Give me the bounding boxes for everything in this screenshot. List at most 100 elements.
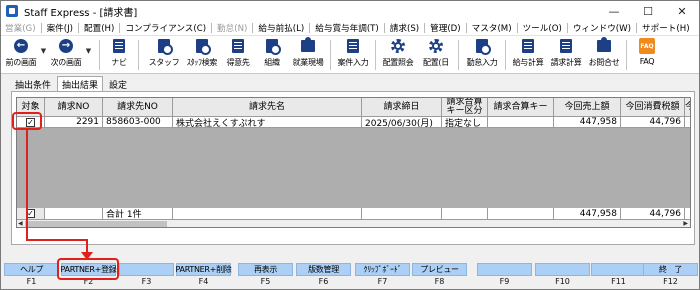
app-window: Staff Express - [請求書] — ☐ ✕ 営業(G) 案件(J) … bbox=[0, 0, 700, 290]
col-header-sales[interactable]: 今回売上額 bbox=[554, 98, 621, 117]
col-header-close-date[interactable]: 請求締日 bbox=[362, 98, 442, 117]
row-target-cell[interactable]: ✓ bbox=[17, 117, 45, 128]
menu-anken[interactable]: 案件(J) bbox=[43, 22, 77, 34]
next-dropdown-icon[interactable]: ▼ bbox=[84, 47, 93, 55]
org-button[interactable]: 組織 bbox=[255, 36, 289, 74]
site-icon bbox=[301, 37, 315, 52]
back-button[interactable]: ← 前の画面 bbox=[3, 36, 39, 74]
col-header-client-name[interactable]: 請求先名 bbox=[173, 98, 362, 117]
menu-haichi[interactable]: 配置(H) bbox=[80, 22, 118, 34]
scrollbar-thumb[interactable] bbox=[25, 221, 167, 227]
sum-key-cell bbox=[488, 117, 554, 128]
menu-tool[interactable]: ツール(O) bbox=[519, 22, 566, 34]
col-header-target[interactable]: 対象 bbox=[17, 98, 45, 117]
select-all-checkbox[interactable]: ✓ bbox=[26, 209, 35, 218]
case-input-button[interactable]: 案件入力 bbox=[334, 36, 372, 74]
fkey-f2[interactable]: PARTNER+登録 F2 bbox=[61, 263, 117, 289]
staff-search-button[interactable]: ｽﾀｯﾌ検索 bbox=[183, 36, 221, 74]
overflow-cell bbox=[685, 117, 690, 128]
kyuyo-calc-button[interactable]: 給与計算 bbox=[509, 36, 547, 74]
menu-eigyo[interactable]: 営業(G) bbox=[1, 22, 40, 34]
fkey-f3[interactable]: F3 bbox=[119, 263, 174, 289]
menu-support[interactable]: サポート(H) bbox=[638, 22, 694, 34]
partner-register-button[interactable]: PARTNER+登録 bbox=[61, 263, 117, 276]
toolbar: ← 前の画面 ▼ → 次の画面 ▼ ナビ スタッフ ｽﾀｯﾌ検索 得意先 組織 bbox=[1, 36, 699, 74]
fkey-f1[interactable]: ヘルプ F1 bbox=[4, 263, 59, 289]
f11-button[interactable] bbox=[591, 263, 646, 276]
col-header-sum-key-kubun[interactable]: 請求合算キー区分 bbox=[442, 98, 488, 117]
menu-window[interactable]: ウィンドウ(W) bbox=[569, 22, 635, 34]
fkey-f5[interactable]: 再表示 F5 bbox=[238, 263, 293, 289]
menu-kintai[interactable]: 勤怠(N) bbox=[213, 22, 251, 34]
row-checkbox[interactable]: ✓ bbox=[26, 117, 35, 127]
f10-button[interactable] bbox=[535, 263, 590, 276]
total-target-cell[interactable]: ✓ bbox=[17, 208, 45, 220]
client-no-cell: 858603-000 bbox=[103, 117, 173, 128]
fkey-f9[interactable]: F9 bbox=[477, 263, 532, 289]
menu-kyuyo-maebarai[interactable]: 給与前払(L) bbox=[254, 22, 308, 34]
fkey-f10[interactable]: F10 bbox=[535, 263, 590, 289]
total-empty-cell bbox=[685, 208, 690, 220]
site-button[interactable]: 就業現場 bbox=[289, 36, 327, 74]
total-empty-cell bbox=[442, 208, 488, 220]
close-icon[interactable]: ✕ bbox=[665, 1, 699, 21]
arrow-right-icon: → bbox=[59, 39, 73, 53]
menu-master[interactable]: マスタ(M) bbox=[468, 22, 516, 34]
invoice-grid: 対象 請求NO 請求先NO 請求先名 請求締日 請求合算キー区分 請求合算キー … bbox=[16, 97, 691, 228]
staff-search-icon bbox=[196, 39, 211, 55]
refresh-button[interactable]: 再表示 bbox=[238, 263, 293, 276]
kintai-input-icon bbox=[476, 39, 491, 55]
seikyu-calc-button[interactable]: 請求計算 bbox=[547, 36, 585, 74]
tab-extract-conditions[interactable]: 抽出条件 bbox=[11, 77, 55, 91]
table-row[interactable]: ✓ 2291 858603-000 株式会社えくすぷれす 2025/06/30(… bbox=[17, 117, 690, 128]
fkey-f8[interactable]: プレビュー F8 bbox=[412, 263, 467, 289]
partner-delete-button[interactable]: PARTNER+削除 bbox=[176, 263, 232, 276]
minimize-icon[interactable]: — bbox=[597, 1, 631, 21]
faq-button[interactable]: FAQ FAQ bbox=[630, 36, 664, 74]
client-button[interactable]: 得意先 bbox=[221, 36, 255, 74]
title-bar: Staff Express - [請求書] — ☐ ✕ bbox=[1, 1, 699, 21]
preview-button[interactable]: プレビュー bbox=[412, 263, 467, 276]
back-dropdown-icon[interactable]: ▼ bbox=[39, 47, 48, 55]
help-button[interactable]: ヘルプ bbox=[4, 263, 59, 276]
next-button[interactable]: → 次の画面 bbox=[48, 36, 84, 74]
haichi-shokai-button[interactable]: 配置照会 bbox=[379, 36, 417, 74]
arrow-left-icon: ← bbox=[14, 39, 28, 53]
menu-bar: 営業(G) 案件(J) 配置(H) コンプライアンス(C) 勤怠(N) 給与前払… bbox=[1, 21, 699, 36]
fkey-f11[interactable]: F11 bbox=[591, 263, 646, 289]
f9-button[interactable] bbox=[477, 263, 532, 276]
maximize-icon[interactable]: ☐ bbox=[631, 1, 665, 21]
clipboard-button[interactable]: ｸﾘｯﾌﾟﾎﾞｰﾄﾞ bbox=[355, 263, 410, 276]
navi-button[interactable]: ナビ bbox=[106, 36, 132, 74]
col-header-tax[interactable]: 今回消費税額 bbox=[621, 98, 685, 117]
col-header-overflow[interactable]: 今 bbox=[685, 98, 690, 117]
tax-cell: 44,796 bbox=[621, 117, 685, 128]
menu-kanri[interactable]: 管理(D) bbox=[426, 22, 465, 34]
scroll-left-icon[interactable]: ◀ bbox=[18, 220, 23, 227]
tab-extract-results[interactable]: 抽出結果 bbox=[57, 76, 104, 91]
fkey-f4[interactable]: PARTNER+削除 F4 bbox=[176, 263, 232, 289]
exit-button[interactable]: 終 了 bbox=[643, 263, 698, 276]
menu-kyuyo-shoyo[interactable]: 給与賞与年調(T) bbox=[311, 22, 383, 34]
total-label-cell: 合計 1件 bbox=[103, 208, 173, 220]
col-header-client-no[interactable]: 請求先NO bbox=[103, 98, 173, 117]
menu-compliance[interactable]: コンプライアンス(C) bbox=[121, 22, 210, 34]
contact-button[interactable]: お問合せ bbox=[585, 36, 623, 74]
horizontal-scrollbar[interactable]: ◀ ▶ bbox=[17, 220, 690, 227]
app-icon bbox=[6, 5, 18, 17]
fkey-f7[interactable]: ｸﾘｯﾌﾟﾎﾞｰﾄﾞ F7 bbox=[355, 263, 410, 289]
tab-settings[interactable]: 設定 bbox=[105, 77, 131, 91]
haichi-shokai-icon bbox=[391, 39, 405, 53]
sum-key-kubun-cell: 指定なし bbox=[442, 117, 488, 128]
fkey-f6[interactable]: 版数管理 F6 bbox=[296, 263, 351, 289]
haichi-day-button[interactable]: 配置(日 bbox=[417, 36, 455, 74]
menu-seikyu[interactable]: 請求(S) bbox=[386, 22, 423, 34]
staff-button[interactable]: スタッフ bbox=[145, 36, 183, 74]
fkey-f12[interactable]: 終 了 F12 bbox=[643, 263, 698, 289]
kintai-input-button[interactable]: 勤怠入力 bbox=[462, 36, 502, 74]
scroll-right-icon[interactable]: ▶ bbox=[683, 220, 688, 227]
col-header-sum-key[interactable]: 請求合算キー bbox=[488, 98, 554, 117]
col-header-invoice-no[interactable]: 請求NO bbox=[45, 98, 103, 117]
version-manage-button[interactable]: 版数管理 bbox=[296, 263, 351, 276]
f3-button[interactable] bbox=[119, 263, 174, 276]
